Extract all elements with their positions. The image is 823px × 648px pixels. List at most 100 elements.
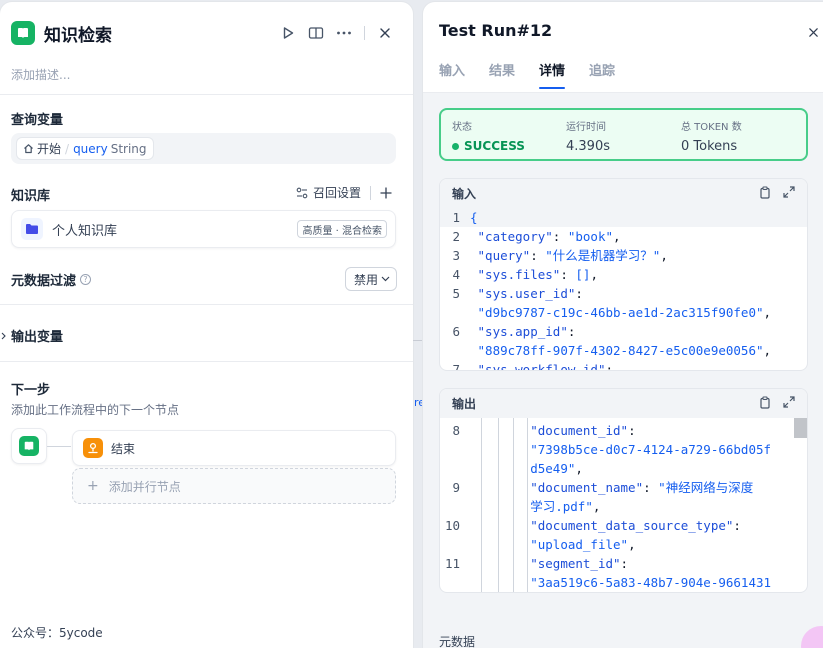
code-line: "upload_file", <box>440 535 807 554</box>
divider <box>0 94 413 95</box>
code-line: 6 "sys.app_id": <box>440 322 807 341</box>
divider <box>364 26 365 40</box>
query-variable-field[interactable]: 开始 / query String <box>11 133 396 164</box>
chevron-right-icon <box>1 332 6 339</box>
expand-icon[interactable] <box>783 395 795 412</box>
status-value: SUCCESS <box>464 139 525 153</box>
code-line: 11 "segment_id": <box>440 554 807 573</box>
status-dot-icon <box>452 142 459 150</box>
metadata-filter-value: 禁用 <box>353 272 378 287</box>
divider <box>370 185 371 200</box>
add-knowledge-icon[interactable] <box>380 186 392 199</box>
current-node-icon <box>11 428 47 464</box>
line-number <box>440 459 470 478</box>
tab-detail[interactable]: 详情 <box>539 59 566 89</box>
recall-settings-button[interactable]: 召回设置 <box>296 184 361 201</box>
chip-variable-name: query <box>73 141 108 156</box>
recall-settings-label: 召回设置 <box>312 186 361 200</box>
tab-trace[interactable]: 追踪 <box>589 59 615 89</box>
code-line: 10 "document_data_source_type": <box>440 516 807 535</box>
home-icon <box>24 144 33 154</box>
output-vars-title: 输出变量 <box>11 330 64 345</box>
metadata-filter-select[interactable]: 禁用 <box>344 267 397 291</box>
line-number: 6 <box>452 324 460 339</box>
node-config-panel: 知识检索 添加描述... 查询变量 开始 / query String 知识库 … <box>0 2 413 648</box>
code-line: 3 "query": "什么是机器学习？", <box>440 246 807 265</box>
tab-input[interactable]: 输入 <box>439 59 465 89</box>
scrollbar-thumb[interactable] <box>794 418 807 438</box>
line-number: 10 <box>444 518 460 533</box>
tokens-label: 总 TOKEN 数 <box>681 122 742 133</box>
code-line: 7 "sys.workflow_id": <box>440 360 807 370</box>
close-icon[interactable] <box>808 23 819 42</box>
info-icon[interactable]: ? <box>80 273 92 285</box>
more-icon[interactable] <box>330 19 358 47</box>
code-line: 1{ <box>440 208 807 227</box>
line-number: 4 <box>452 267 460 282</box>
copy-icon[interactable] <box>759 395 771 412</box>
add-parallel-node-button[interactable]: + 添加并行节点 <box>72 468 396 504</box>
knowledge-title: 知识库 <box>11 189 51 204</box>
book-open-icon[interactable] <box>302 19 330 47</box>
line-number: 3 <box>452 248 460 263</box>
line-number <box>440 535 470 554</box>
line-number: 8 <box>452 423 460 438</box>
output-vars-toggle[interactable]: 输出变量 <box>0 326 63 345</box>
end-node-label: 结束 <box>111 441 136 456</box>
knowledge-item[interactable]: 个人知识库 高质量 · 混合检索 <box>11 210 396 248</box>
settings-sliders-icon <box>296 187 308 198</box>
end-flag-icon <box>83 438 103 458</box>
query-var-title: 查询变量 <box>11 113 64 128</box>
next-node-end[interactable]: 结束 <box>72 430 396 466</box>
status-card: 状态 SUCCESS 运行时间 4.390s 总 TOKEN 数 0 Token… <box>439 108 808 161</box>
runtime-label: 运行时间 <box>566 122 606 133</box>
next-step-subtitle: 添加此工作流程中的下一个节点 <box>11 403 180 417</box>
tab-result[interactable]: 结果 <box>489 59 515 89</box>
output-panel-title: 输出 <box>452 397 477 411</box>
node-title[interactable]: 知识检索 <box>44 21 112 46</box>
metadata-section-label: 元数据 <box>439 635 476 648</box>
variable-chip[interactable]: 开始 / query String <box>16 137 154 160</box>
output-code-view[interactable]: 8 "document_id": "7398b5ce-d0c7-4124-a72… <box>440 418 807 592</box>
next-step-title: 下一步 <box>11 383 51 398</box>
code-line: "d9bc9787-c19c-46bb-ae1d-2ac315f90fe0", <box>440 303 807 322</box>
code-line: d5e49", <box>440 459 807 478</box>
output-panel-header: 输出 <box>440 389 807 418</box>
panel-header: 知识检索 <box>11 19 399 47</box>
code-line: "3aa519c6-5a83-48b7-904e-9661431 <box>440 573 807 592</box>
line-number: 9 <box>452 480 460 495</box>
description-input[interactable]: 添加描述... <box>11 66 70 83</box>
line-number: 5 <box>452 286 460 301</box>
knowledge-book-icon <box>19 436 39 456</box>
footer-text: 公众号：5ycode <box>11 626 103 640</box>
line-number <box>440 497 470 516</box>
input-panel-title: 输入 <box>452 187 477 201</box>
runtime-value: 4.390s <box>566 139 610 154</box>
code-line: 学习.pdf", <box>440 497 807 516</box>
copy-icon[interactable] <box>759 185 771 202</box>
code-line: 5 "sys.user_id": <box>440 284 807 303</box>
line-number <box>440 341 470 360</box>
run-play-icon[interactable] <box>274 19 302 47</box>
knowledge-book-icon <box>11 21 35 45</box>
status-label: 状态 <box>452 122 472 133</box>
detail-body: 状态 SUCCESS 运行时间 4.390s 总 TOKEN 数 0 Token… <box>423 92 823 648</box>
divider <box>0 304 413 305</box>
line-number <box>440 440 470 459</box>
expand-icon[interactable] <box>783 185 795 202</box>
folder-icon <box>21 218 43 240</box>
metadata-filter-label: 元数据过滤 <box>11 273 77 289</box>
close-icon[interactable] <box>371 19 399 47</box>
run-title: Test Run#12 <box>439 21 553 40</box>
plus-icon: + <box>87 478 99 494</box>
chip-variable-type: String <box>110 141 147 156</box>
code-line: "889c78ff-907f-4302-8427-e5c00e9e0056", <box>440 341 807 360</box>
input-code-view[interactable]: 1{2 "category": "book", 3 "query": "什么是机器… <box>440 208 807 370</box>
chip-node-name: 开始 <box>37 142 62 156</box>
line-number: 11 <box>444 556 460 571</box>
chip-separator: / <box>65 141 70 156</box>
code-line: "7398b5ce-d0c7-4124-a729-66bd05f <box>440 440 807 459</box>
input-panel-header: 输入 <box>440 179 807 208</box>
status-badge: SUCCESS <box>452 139 525 153</box>
line-number <box>440 303 470 322</box>
